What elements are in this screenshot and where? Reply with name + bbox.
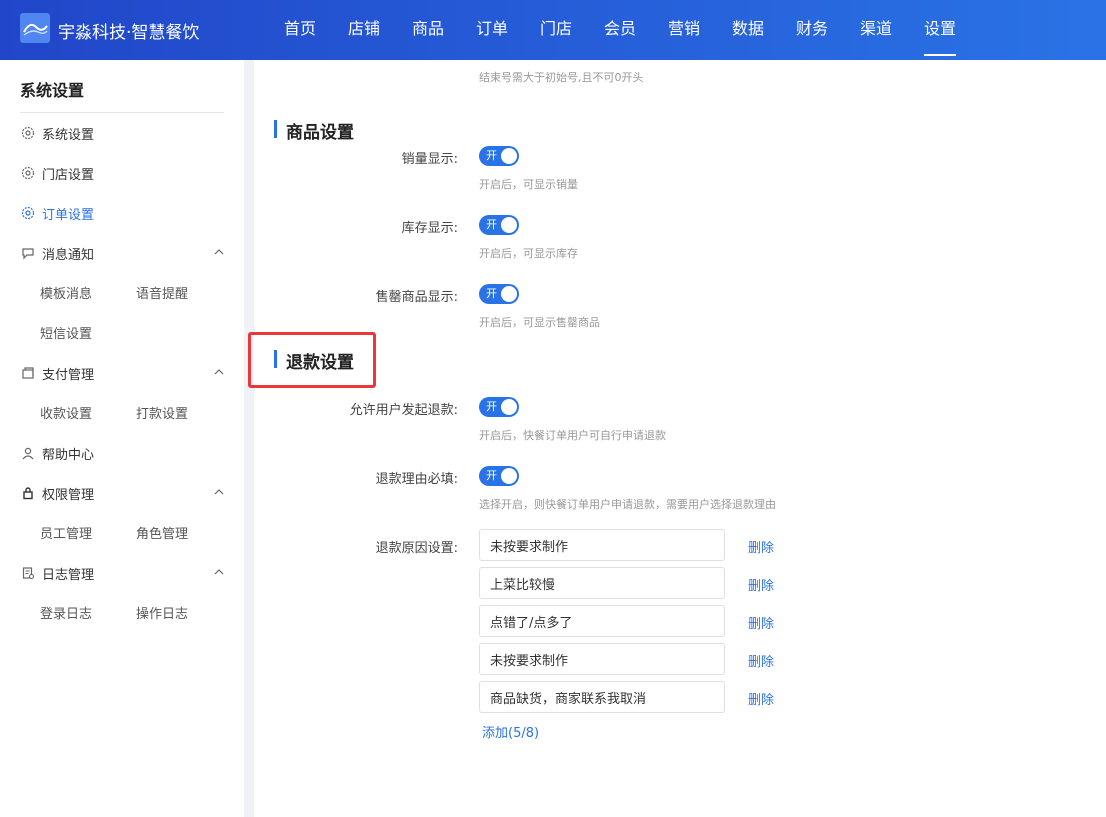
refund-reasons-label: 退款原因设置:	[375, 541, 458, 556]
lock-icon	[20, 485, 36, 501]
soldout-display-switch[interactable]: 开	[479, 284, 519, 304]
sidebar-item-system-settings[interactable]: 系统设置	[20, 121, 224, 145]
sidebar-item-logs[interactable]: 日志管理	[20, 561, 224, 585]
gear-icon	[20, 165, 36, 181]
sidebar-item-label: 订单设置	[42, 207, 95, 223]
switch-knob	[501, 286, 517, 302]
sidebar-sub-operation-log[interactable]: 操作日志	[136, 603, 188, 622]
stock-display-label: 库存显示:	[401, 221, 458, 236]
stock-display-switch[interactable]: 开	[479, 215, 519, 235]
chevron-up-icon[interactable]	[214, 366, 224, 381]
goods-settings-title: 商品设置	[274, 118, 354, 143]
nav-finance[interactable]: 财务	[780, 0, 844, 60]
soldout-display-label: 售罄商品显示:	[375, 290, 458, 305]
switch-text: 开	[486, 469, 497, 482]
chevron-up-icon[interactable]	[214, 246, 224, 261]
gear-icon	[20, 205, 36, 221]
allow-refund-label: 允许用户发起退款:	[349, 403, 458, 418]
sales-display-label: 销量显示:	[401, 152, 458, 167]
switch-knob	[501, 468, 517, 484]
stock-display-hint: 开启后，可显示库存	[479, 247, 578, 260]
delete-reason-3-link[interactable]: 删除	[748, 613, 774, 632]
nav-marketing[interactable]: 营销	[652, 0, 716, 60]
sidebar-item-order-settings[interactable]: 订单设置	[20, 201, 224, 225]
refund-reason-required-switch[interactable]: 开	[479, 466, 519, 486]
add-reason-link[interactable]: 添加(5/8)	[482, 722, 539, 741]
brand-logo-icon[interactable]	[20, 13, 50, 43]
switch-text: 开	[486, 400, 497, 413]
nav-data[interactable]: 数据	[716, 0, 780, 60]
nav-members[interactable]: 会员	[588, 0, 652, 60]
highlight-annotation-box	[248, 332, 376, 388]
delete-reason-4-link[interactable]: 删除	[748, 651, 774, 670]
layout-gutter	[244, 60, 254, 817]
refund-reason-input-5[interactable]	[479, 681, 725, 713]
sidebar-sub-sms-settings[interactable]: 短信设置	[40, 323, 92, 342]
sidebar-sub-collection-settings[interactable]: 收款设置	[40, 403, 92, 422]
chevron-up-icon[interactable]	[214, 486, 224, 501]
sidebar-sub-voice-reminder[interactable]: 语音提醒	[136, 283, 188, 302]
switch-text: 开	[486, 149, 497, 162]
end-number-hint: 结束号需大于初始号,且不可0开头	[479, 71, 644, 84]
soldout-display-hint: 开启后，可显示售罄商品	[479, 316, 600, 329]
top-bar: 宇淼科技·智慧餐饮 首页 店铺 商品 订单 门店 会员 营销 数据 财务 渠道 …	[0, 0, 1106, 60]
sidebar-item-help-center[interactable]: 帮助中心	[20, 441, 224, 465]
refund-reason-required-hint: 选择开启，则快餐订单用户申请退款，需要用户选择退款理由	[479, 498, 776, 511]
delete-reason-2-link[interactable]: 删除	[748, 575, 774, 594]
sidebar-sub-login-log[interactable]: 登录日志	[40, 603, 92, 622]
sidebar-item-label: 权限管理	[42, 487, 95, 503]
switch-knob	[501, 399, 517, 415]
user-icon	[20, 445, 36, 461]
refund-reason-input-2[interactable]	[479, 567, 725, 599]
allow-refund-hint: 开启后，快餐订单用户可自行申请退款	[479, 429, 666, 442]
sales-display-hint: 开启后，可显示销量	[479, 178, 578, 191]
log-icon	[20, 565, 36, 581]
main-nav: 首页 店铺 商品 订单 门店 会员 营销 数据 财务 渠道 设置	[268, 0, 972, 60]
delete-reason-1-link[interactable]: 删除	[748, 537, 774, 556]
sidebar-item-label: 系统设置	[42, 127, 95, 143]
sidebar-item-label: 门店设置	[42, 167, 95, 183]
sidebar-item-payment[interactable]: 支付管理	[20, 361, 224, 385]
nav-shop[interactable]: 店铺	[332, 0, 396, 60]
switch-knob	[501, 148, 517, 164]
switch-knob	[501, 217, 517, 233]
wallet-icon	[20, 365, 36, 381]
delete-reason-5-link[interactable]: 删除	[748, 689, 774, 708]
sidebar-item-notifications[interactable]: 消息通知	[20, 241, 224, 265]
sidebar-divider	[20, 112, 224, 113]
chevron-up-icon[interactable]	[214, 566, 224, 581]
settings-panel: 结束号需大于初始号,且不可0开头 商品设置 销量显示: 开 开启后，可显示销量 …	[254, 60, 1106, 817]
nav-stores[interactable]: 门店	[524, 0, 588, 60]
refund-reason-input-3[interactable]	[479, 605, 725, 637]
sidebar-item-label: 帮助中心	[42, 447, 95, 463]
sidebar-sub-role-management[interactable]: 角色管理	[136, 523, 188, 542]
nav-settings[interactable]: 设置	[908, 0, 972, 60]
nav-goods[interactable]: 商品	[396, 0, 460, 60]
sidebar-sub-staff-management[interactable]: 员工管理	[40, 523, 92, 542]
sidebar-sub-template-message[interactable]: 模板消息	[40, 283, 92, 302]
refund-reason-input-1[interactable]	[479, 529, 725, 561]
sales-display-switch[interactable]: 开	[479, 146, 519, 166]
switch-text: 开	[486, 218, 497, 231]
brand-name: 宇淼科技·智慧餐饮	[58, 23, 200, 43]
gear-icon	[20, 125, 36, 141]
sidebar-item-label: 支付管理	[42, 367, 95, 383]
sidebar: 系统设置 系统设置 门店设置 订单设置 消息通知 模板消息 语音提醒 短信设置	[0, 60, 244, 817]
nav-channels[interactable]: 渠道	[844, 0, 908, 60]
sidebar-title: 系统设置	[20, 81, 85, 100]
switch-text: 开	[486, 287, 497, 300]
refund-reason-input-4[interactable]	[479, 643, 725, 675]
chat-icon	[20, 245, 36, 261]
allow-refund-switch[interactable]: 开	[479, 397, 519, 417]
refund-reason-required-label: 退款理由必填:	[375, 472, 458, 487]
sidebar-item-permissions[interactable]: 权限管理	[20, 481, 224, 505]
sidebar-sub-payout-settings[interactable]: 打款设置	[136, 403, 188, 422]
nav-orders[interactable]: 订单	[460, 0, 524, 60]
nav-home[interactable]: 首页	[268, 0, 332, 60]
sidebar-item-label: 消息通知	[42, 247, 95, 263]
sidebar-item-store-settings[interactable]: 门店设置	[20, 161, 224, 185]
sidebar-item-label: 日志管理	[42, 567, 95, 583]
